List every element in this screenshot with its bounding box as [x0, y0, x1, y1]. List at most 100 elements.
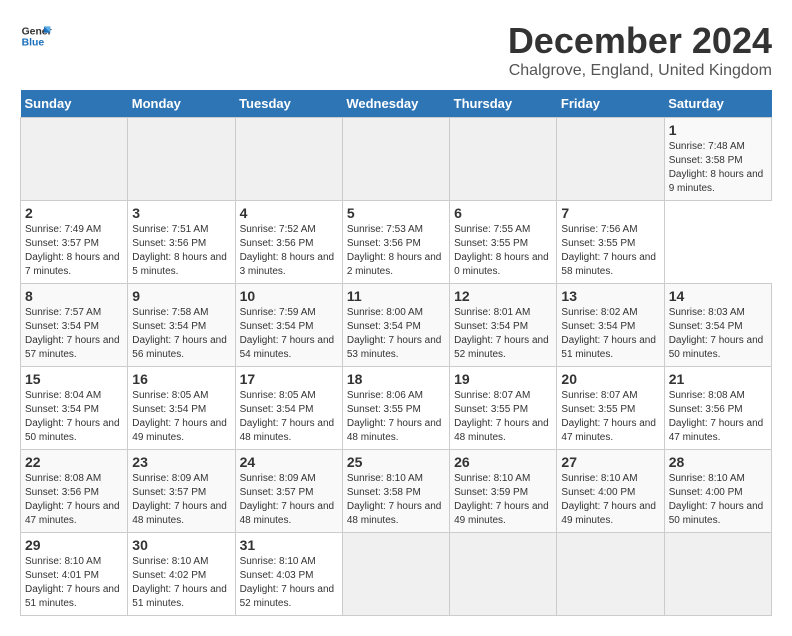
calendar-cell: 6Sunrise: 7:55 AMSunset: 3:55 PMDaylight…: [450, 201, 557, 284]
calendar-cell: [235, 118, 342, 201]
day-info: Sunrise: 8:04 AMSunset: 3:54 PMDaylight:…: [25, 389, 123, 445]
calendar-cell: 11 Sunrise: 8:00 AMSunset: 3:54 PMDayligh…: [342, 284, 449, 367]
day-number: 28: [669, 454, 767, 470]
calendar-cell: 7Sunrise: 7:56 AMSunset: 3:55 PMDaylight…: [557, 201, 664, 284]
calendar-cell: 26 Sunrise: 8:10 AMSunset: 3:59 PMDayligh…: [450, 450, 557, 533]
calendar-cell: 30 Sunrise: 8:10 AMSunset: 4:02 PMDayligh…: [128, 533, 235, 616]
calendar-cell: 17Sunrise: 8:05 AMSunset: 3:54 PMDayligh…: [235, 367, 342, 450]
header-row: SundayMondayTuesdayWednesdayThursdayFrid…: [21, 90, 772, 118]
header-cell-friday: Friday: [557, 90, 664, 118]
calendar-table: SundayMondayTuesdayWednesdayThursdayFrid…: [20, 90, 772, 616]
day-number: 24: [240, 454, 338, 470]
header-cell-sunday: Sunday: [21, 90, 128, 118]
day-number: 22: [25, 454, 123, 470]
day-number: 25: [347, 454, 445, 470]
calendar-cell: 5 Sunrise: 7:53 AMSunset: 3:56 PMDaylight…: [342, 201, 449, 284]
day-number: 12: [454, 288, 552, 304]
calendar-cell: [21, 118, 128, 201]
day-info: Sunrise: 7:49 AMSunset: 3:57 PMDaylight:…: [25, 223, 123, 279]
calendar-cell: [664, 533, 771, 616]
day-info: Sunrise: 8:10 AMSunset: 4:03 PMDaylight:…: [240, 555, 338, 611]
day-info: Sunrise: 8:10 AMSunset: 3:59 PMDaylight:…: [454, 472, 552, 528]
svg-text:Blue: Blue: [22, 38, 45, 49]
logo: General Blue: [20, 20, 52, 52]
calendar-cell: 13 Sunrise: 8:02 AMSunset: 3:54 PMDayligh…: [557, 284, 664, 367]
calendar-cell: [450, 533, 557, 616]
day-number: 26: [454, 454, 552, 470]
header-cell-saturday: Saturday: [664, 90, 771, 118]
page-title: December 2024: [508, 20, 772, 62]
day-info: Sunrise: 7:56 AMSunset: 3:55 PMDaylight:…: [561, 223, 659, 279]
logo-icon: General Blue: [20, 20, 52, 52]
day-info: Sunrise: 7:55 AMSunset: 3:55 PMDaylight:…: [454, 223, 552, 279]
day-info: Sunrise: 8:08 AMSunset: 3:56 PMDaylight:…: [669, 389, 767, 445]
calendar-body: 1Sunrise: 7:48 AMSunset: 3:58 PMDaylight…: [21, 118, 772, 616]
day-number: 2: [25, 205, 123, 221]
calendar-cell: [557, 118, 664, 201]
day-info: Sunrise: 7:57 AMSunset: 3:54 PMDaylight:…: [25, 306, 123, 362]
day-info: Sunrise: 8:05 AMSunset: 3:54 PMDaylight:…: [132, 389, 230, 445]
day-info: Sunrise: 8:10 AMSunset: 4:00 PMDaylight:…: [561, 472, 659, 528]
day-number: 4: [240, 205, 338, 221]
day-info: Sunrise: 8:10 AMSunset: 3:58 PMDaylight:…: [347, 472, 445, 528]
header-cell-thursday: Thursday: [450, 90, 557, 118]
calendar-row: 2 Sunrise: 7:49 AMSunset: 3:57 PMDaylight…: [21, 201, 772, 284]
calendar-cell: [128, 118, 235, 201]
calendar-cell: 24 Sunrise: 8:09 AMSunset: 3:57 PMDayligh…: [235, 450, 342, 533]
day-info: Sunrise: 8:00 AMSunset: 3:54 PMDaylight:…: [347, 306, 445, 362]
calendar-row: 29 Sunrise: 8:10 AMSunset: 4:01 PMDayligh…: [21, 533, 772, 616]
day-number: 10: [240, 288, 338, 304]
calendar-cell: 14 Sunrise: 8:03 AMSunset: 3:54 PMDayligh…: [664, 284, 771, 367]
calendar-cell: 20Sunrise: 8:07 AMSunset: 3:55 PMDayligh…: [557, 367, 664, 450]
page-subtitle: Chalgrove, England, United Kingdom: [508, 62, 772, 80]
calendar-row: 8 Sunrise: 7:57 AMSunset: 3:54 PMDaylight…: [21, 284, 772, 367]
calendar-cell: 12 Sunrise: 8:01 AMSunset: 3:54 PMDayligh…: [450, 284, 557, 367]
day-number: 13: [561, 288, 659, 304]
calendar-cell: 21 Sunrise: 8:08 AMSunset: 3:56 PMDayligh…: [664, 367, 771, 450]
calendar-cell: 29 Sunrise: 8:10 AMSunset: 4:01 PMDayligh…: [21, 533, 128, 616]
calendar-cell: 9 Sunrise: 7:58 AMSunset: 3:54 PMDaylight…: [128, 284, 235, 367]
day-info: Sunrise: 7:51 AMSunset: 3:56 PMDaylight:…: [132, 223, 230, 279]
header-cell-wednesday: Wednesday: [342, 90, 449, 118]
day-info: Sunrise: 8:01 AMSunset: 3:54 PMDaylight:…: [454, 306, 552, 362]
calendar-row: 1Sunrise: 7:48 AMSunset: 3:58 PMDaylight…: [21, 118, 772, 201]
day-number: 11: [347, 288, 445, 304]
day-info: Sunrise: 8:09 AMSunset: 3:57 PMDaylight:…: [240, 472, 338, 528]
day-info: Sunrise: 8:08 AMSunset: 3:56 PMDaylight:…: [25, 472, 123, 528]
day-info: Sunrise: 7:53 AMSunset: 3:56 PMDaylight:…: [347, 223, 445, 279]
calendar-cell: 22 Sunrise: 8:08 AMSunset: 3:56 PMDayligh…: [21, 450, 128, 533]
header-cell-tuesday: Tuesday: [235, 90, 342, 118]
calendar-cell: 2 Sunrise: 7:49 AMSunset: 3:57 PMDaylight…: [21, 201, 128, 284]
day-number: 5: [347, 205, 445, 221]
day-info: Sunrise: 8:10 AMSunset: 4:02 PMDaylight:…: [132, 555, 230, 611]
header-cell-monday: Monday: [128, 90, 235, 118]
calendar-row: 22 Sunrise: 8:08 AMSunset: 3:56 PMDayligh…: [21, 450, 772, 533]
day-number: 15: [25, 371, 123, 387]
day-number: 3: [132, 205, 230, 221]
day-info: Sunrise: 8:02 AMSunset: 3:54 PMDaylight:…: [561, 306, 659, 362]
day-number: 8: [25, 288, 123, 304]
calendar-cell: 25 Sunrise: 8:10 AMSunset: 3:58 PMDayligh…: [342, 450, 449, 533]
calendar-cell: 16Sunrise: 8:05 AMSunset: 3:54 PMDayligh…: [128, 367, 235, 450]
calendar-cell: 8 Sunrise: 7:57 AMSunset: 3:54 PMDaylight…: [21, 284, 128, 367]
day-info: Sunrise: 8:05 AMSunset: 3:54 PMDaylight:…: [240, 389, 338, 445]
day-number: 30: [132, 537, 230, 553]
day-number: 14: [669, 288, 767, 304]
day-info: Sunrise: 8:03 AMSunset: 3:54 PMDaylight:…: [669, 306, 767, 362]
day-number: 9: [132, 288, 230, 304]
day-number: 29: [25, 537, 123, 553]
day-number: 27: [561, 454, 659, 470]
day-info: Sunrise: 8:07 AMSunset: 3:55 PMDaylight:…: [561, 389, 659, 445]
title-area: December 2024 Chalgrove, England, United…: [508, 20, 772, 80]
calendar-cell: 3 Sunrise: 7:51 AMSunset: 3:56 PMDaylight…: [128, 201, 235, 284]
calendar-cell: [342, 118, 449, 201]
calendar-cell: [342, 533, 449, 616]
day-info: Sunrise: 8:10 AMSunset: 4:01 PMDaylight:…: [25, 555, 123, 611]
calendar-cell: 31Sunrise: 8:10 AMSunset: 4:03 PMDayligh…: [235, 533, 342, 616]
day-info: Sunrise: 8:10 AMSunset: 4:00 PMDaylight:…: [669, 472, 767, 528]
calendar-cell: 1Sunrise: 7:48 AMSunset: 3:58 PMDaylight…: [664, 118, 771, 201]
day-info: Sunrise: 8:09 AMSunset: 3:57 PMDaylight:…: [132, 472, 230, 528]
day-number: 21: [669, 371, 767, 387]
day-info: Sunrise: 7:58 AMSunset: 3:54 PMDaylight:…: [132, 306, 230, 362]
day-number: 1: [669, 122, 767, 138]
